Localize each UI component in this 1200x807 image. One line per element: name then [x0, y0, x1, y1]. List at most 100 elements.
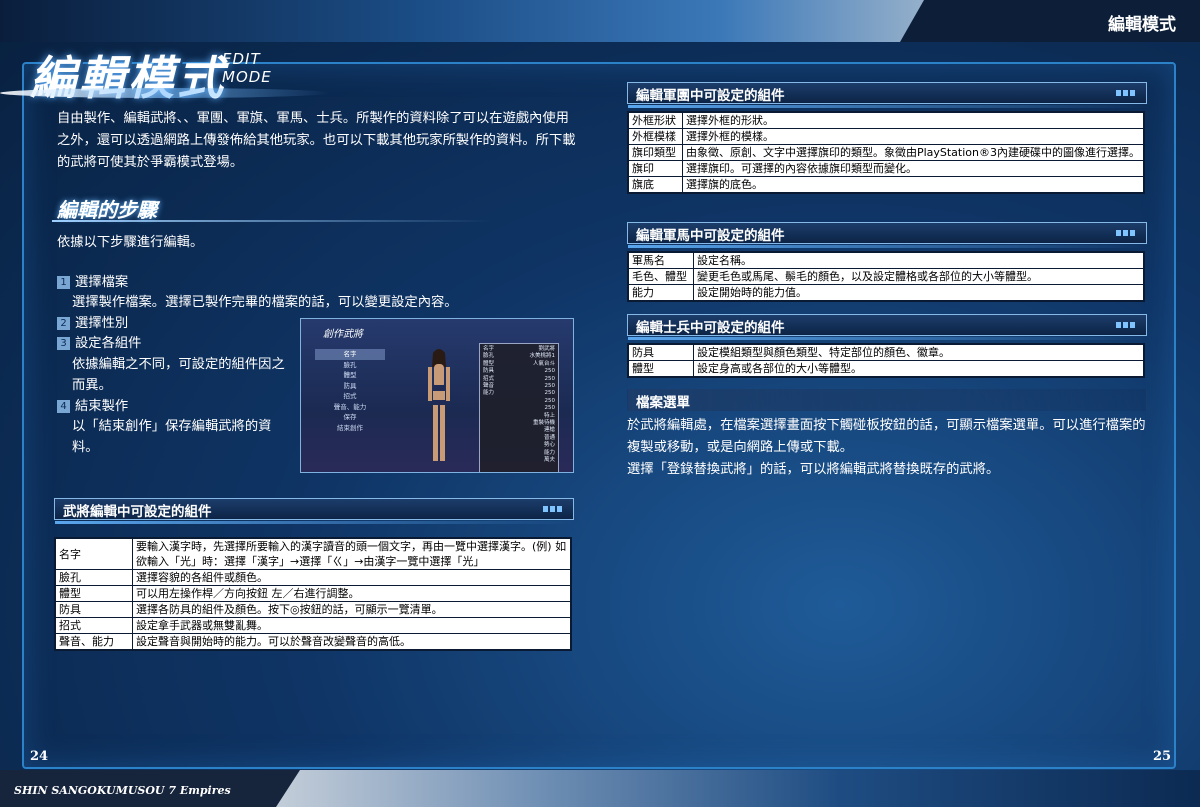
- title-swoosh: [0, 88, 330, 98]
- table-value: 可以用左操作桿／方向按鈕 左／右進行調整。: [132, 585, 572, 602]
- status-row: 連槍: [543, 427, 555, 434]
- step-4-desc: 以「結束創作」保存編輯武將的資料。: [72, 419, 272, 455]
- table-key: 旗印: [627, 160, 683, 177]
- screenshot-menu-item: 臉孔: [343, 360, 357, 369]
- step-number-badge: 1: [57, 276, 70, 289]
- status-row: 招式 250: [483, 375, 555, 382]
- table-row: 防具 選擇各防具的組件及顏色。按下◎按鈕的話，可顯示一覽清單。: [54, 601, 572, 618]
- screenshot-status-panel: 名字 劉武將 臉孔 水美桃將1 體型 人氣台斗 防具 250 招式 250 聲音 250 能…: [479, 343, 559, 472]
- screenshot-menu-item: 聲音、能力: [333, 402, 367, 411]
- screenshot-menu-title: 創作武將: [323, 329, 363, 340]
- step-2-title: 2 選擇性別: [57, 313, 128, 334]
- table-value: 選擇各防具的組件及顏色。按下◎按鈕的話，可顯示一覽清單。: [132, 601, 572, 618]
- status-row: 勢心: [543, 442, 555, 449]
- table-key: 體型: [54, 585, 133, 602]
- table-key: 防具: [627, 343, 694, 361]
- step-number-badge: 4: [57, 400, 70, 413]
- screenshot-menu-item: 體型: [343, 371, 357, 379]
- table-key: 旗印類型: [627, 144, 683, 161]
- table-key: 名字: [54, 537, 133, 570]
- table-value: 選擇旗的底色。: [681, 176, 1145, 194]
- table-row: 臉孔 選擇容貌的各組件或顏色。: [54, 569, 572, 586]
- table-value: 設定聲音與開始時的能力。可以於聲音改變聲音的高低。: [132, 633, 572, 651]
- step-number-badge: 2: [57, 317, 70, 330]
- step-title-text: 結束製作: [75, 399, 129, 414]
- file-section-line-1: 於武將編輯處，在檔案選擇畫面按下觸碰板按鈕的話，可顯示檔案選單。可以進行檔案的複…: [627, 418, 1146, 455]
- bar-dots-icon: [1116, 90, 1136, 96]
- soldier-table-heading-bar: 編輯士兵中可設定的組件: [627, 314, 1147, 340]
- table-row: 名字 要輸入漢字時，先選擇所要輸入的漢字讀音的頭一個文字，再由一覽中選擇漢字。(例…: [54, 537, 572, 570]
- table-value: 選擇容貌的各組件或顏色。: [132, 569, 572, 586]
- table-key: 臉孔: [54, 569, 133, 586]
- general-table-heading-bar: 武將編輯中可設定的組件: [54, 498, 574, 524]
- horse-table: 軍馬名 設定名稱。 毛色、體型 變更毛色或馬尾、鬃毛的顏色，以及設定體格或各部位的大…: [627, 251, 1145, 302]
- table-row: 體型 可以用左操作桿／方向按鈕 左／右進行調整。: [54, 585, 572, 602]
- bar-dots-icon: [1116, 230, 1136, 236]
- page-number-left: 24: [30, 749, 49, 764]
- table-row: 能力 設定開始時的能力值。: [627, 284, 1145, 302]
- steps-heading-underline: [52, 220, 492, 222]
- page-title: 編輯模式 EDIT MODE: [30, 42, 271, 108]
- status-row: 能力 250: [483, 390, 555, 397]
- table-value: 變更毛色或馬尾、鬃毛的顏色，以及設定體格或各部位的大小等體型。: [693, 268, 1145, 285]
- table-value: 設定名稱。: [693, 251, 1145, 269]
- table-row: 旗印類型 由象徵、原創、文字中選擇旗印的類型。象徵由PlayStation®3內建…: [627, 144, 1145, 161]
- status-row: 臉孔 水美桃將1: [483, 353, 555, 360]
- step-3-title: 3 設定各組件: [57, 333, 141, 354]
- table-row: 體型 設定身高或各部位的大小等體型。: [627, 360, 1145, 378]
- table-row: 防具 設定模組類型與顏色類型、特定部位的顏色、徽章。: [627, 343, 1145, 361]
- screenshot-menu-item: 招式: [343, 392, 357, 400]
- general-table: 名字 要輸入漢字時，先選擇所要輸入的漢字讀音的頭一個文字，再由一覽中選擇漢字。(例…: [54, 537, 572, 651]
- table-row: 外框模樣 選擇外框的模樣。: [627, 128, 1145, 145]
- title-sub: EDIT MODE: [222, 50, 272, 86]
- status-row: 250: [544, 397, 556, 404]
- horse-table-heading-bar: 編輯軍馬中可設定的組件: [627, 222, 1147, 248]
- table-value: 選擇外框的形狀。: [681, 111, 1145, 129]
- page-number-right: 25: [1153, 749, 1172, 764]
- table-value: 由象徵、原創、文字中選擇旗印的類型。象徵由PlayStation®3內建硬碟中的…: [681, 144, 1145, 161]
- step-number-badge: 3: [57, 337, 70, 350]
- table-row: 外框形狀 選擇外框的形狀。: [627, 111, 1145, 129]
- intro-paragraph: 自由製作、編輯武將、、軍團、軍旗、軍馬、士兵。所製作的資料除了可以在遊戲內使用之…: [57, 111, 576, 170]
- horse-table-heading: 編輯軍馬中可設定的組件: [636, 228, 785, 244]
- game-screenshot: 創作武將 名字 臉孔 體型 防具 招式 聲音、能力 保存 結束創作 名字 劉武將 …: [300, 318, 574, 473]
- bar-fade: [55, 521, 573, 524]
- step-title-text: 設定各組件: [75, 336, 142, 351]
- step-4-title: 4 結束製作: [57, 396, 128, 417]
- table-value: 要輸入漢字時，先選擇所要輸入的漢字讀音的頭一個文字，再由一覽中選擇漢字。(例) …: [132, 537, 572, 570]
- title-main: 編輯模式: [30, 51, 226, 105]
- table-row: 旗印 選擇旗印。可選擇的內容依據旗印類型而變化。: [627, 160, 1145, 177]
- character-figure: [428, 349, 450, 461]
- step-1-title: 1 選擇檔案: [57, 272, 128, 293]
- table-key: 能力: [627, 284, 694, 302]
- soldier-table: 防具 設定模組類型與顏色類型、特定部位的顏色、徽章。 體型 設定身高或各部位的大小等…: [627, 343, 1145, 378]
- screenshot-menu: 名字 臉孔 體型 防具 招式 聲音、能力 保存 結束創作: [315, 349, 385, 433]
- bar-dots-icon: [1116, 322, 1136, 328]
- screenshot-menu-item: 防具: [343, 381, 357, 390]
- table-row: 旗底 選擇旗的底色。: [627, 176, 1145, 194]
- table-row: 聲音、能力 設定聲音與開始時的能力。可以於聲音改變聲音的高低。: [54, 633, 572, 651]
- screenshot-menu-item: 名字: [315, 349, 385, 360]
- status-row: 能力: [543, 449, 555, 456]
- footer-game-title: SHIN SANGOKUMUSOU 7 Empires: [14, 784, 231, 797]
- status-row: 特上: [543, 412, 555, 419]
- table-row: 軍馬名 設定名稱。: [627, 251, 1145, 269]
- step-title-text: 選擇性別: [75, 316, 129, 331]
- table-key: 旗底: [627, 176, 683, 194]
- general-table-heading: 武將編輯中可設定的組件: [63, 504, 212, 520]
- table-key: 毛色、體型: [627, 268, 694, 285]
- army-table-heading-bar: 編輯軍團中可設定的組件: [627, 82, 1147, 108]
- table-value: 設定拿手武器或無雙亂舞。: [132, 617, 572, 634]
- table-value: 設定開始時的能力值。: [693, 284, 1145, 302]
- table-value: 設定身高或各部位的大小等體型。: [693, 360, 1145, 378]
- table-key: 招式: [54, 617, 133, 634]
- table-key: 外框形狀: [627, 111, 683, 129]
- table-key: 聲音、能力: [54, 633, 133, 651]
- screenshot-menu-item: 結束創作: [337, 423, 363, 432]
- soldier-table-heading: 編輯士兵中可設定的組件: [636, 320, 785, 336]
- steps-heading: 編輯的步驟: [57, 198, 157, 222]
- army-table-heading: 編輯軍團中可設定的組件: [636, 88, 785, 104]
- file-section-heading-bar: 檔案選單: [627, 389, 1147, 411]
- table-key: 防具: [54, 601, 133, 618]
- table-key: 體型: [627, 360, 694, 378]
